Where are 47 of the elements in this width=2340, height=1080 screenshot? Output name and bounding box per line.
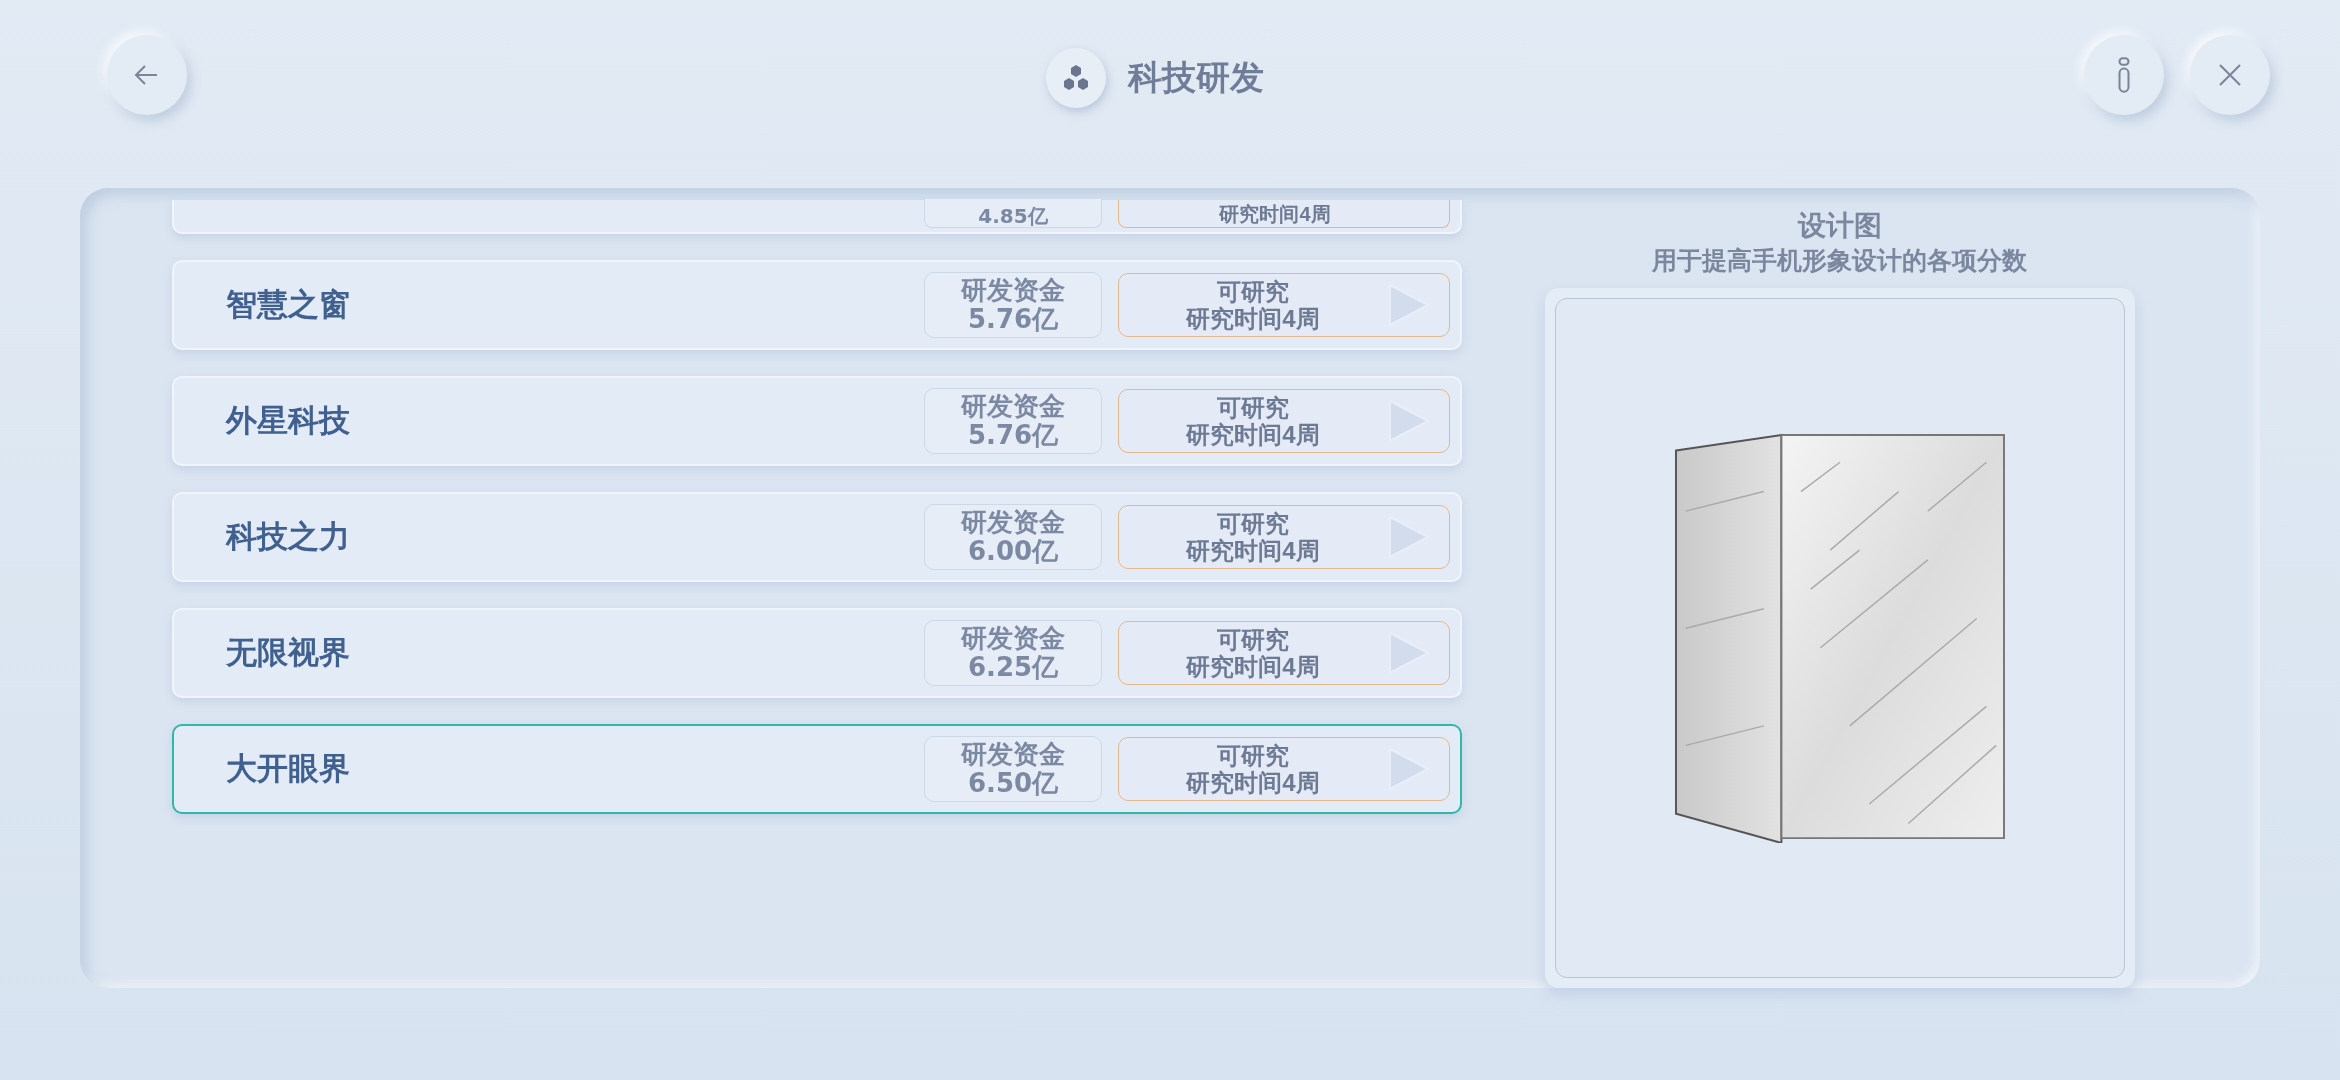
research-button[interactable]: 研究时间4周 [1118, 200, 1450, 228]
page-title: 科技研发 [1128, 56, 1264, 99]
research-name: 智慧之窗 [226, 285, 351, 324]
research-row[interactable]: 4.85亿 研究时间4周 [172, 200, 1462, 234]
research-name: 科技之力 [226, 517, 351, 556]
research-row[interactable]: 外星科技 研发资金 5.76亿 可研究 研究时间4周 [172, 376, 1462, 466]
preview-description: 用于提高手机形象设计的各项分数 [1652, 245, 2027, 277]
funding-amount: 6.25亿 [967, 653, 1059, 682]
research-status: 可研究 [1217, 510, 1289, 537]
funding-label: 研发资金 [961, 276, 1065, 305]
funding-label: 研发资金 [961, 508, 1065, 537]
close-button[interactable] [2190, 35, 2270, 115]
research-status: 可研究 [1217, 626, 1289, 653]
research-name: 无限视界 [226, 633, 351, 672]
hexagons-icon [1061, 64, 1091, 92]
research-time: 研究时间4周 [1186, 421, 1320, 448]
research-row[interactable]: 无限视界 研发资金 6.25亿 可研究 研究时间4周 [172, 608, 1462, 698]
research-time: 研究时间4周 [1186, 769, 1320, 796]
research-button[interactable]: 可研究 研究时间4周 [1118, 389, 1450, 453]
research-status: 可研究 [1217, 394, 1289, 421]
research-button[interactable]: 可研究 研究时间4周 [1118, 273, 1450, 337]
research-row[interactable]: 大开眼界 研发资金 6.50亿 可研究 研究时间4周 [172, 724, 1462, 814]
funding-amount: 4.85亿 [978, 205, 1048, 227]
research-time: 研究时间4周 [1186, 305, 1320, 332]
research-button[interactable]: 可研究 研究时间4周 [1118, 621, 1450, 685]
research-name: 大开眼界 [226, 749, 351, 788]
research-button[interactable]: 可研究 研究时间4周 [1118, 505, 1450, 569]
research-status: 可研究 [1217, 278, 1289, 305]
info-icon [2118, 57, 2130, 93]
research-name: 外星科技 [226, 401, 351, 440]
research-row[interactable]: 智慧之窗 研发资金 5.76亿 可研究 研究时间4周 [172, 260, 1462, 350]
funding-label: 研发资金 [961, 624, 1065, 653]
research-row[interactable]: 科技之力 研发资金 6.00亿 可研究 研究时间4周 [172, 492, 1462, 582]
funding-amount: 6.00亿 [967, 537, 1059, 566]
funding-amount: 5.76亿 [967, 421, 1059, 450]
research-button[interactable]: 可研究 研究时间4周 [1118, 737, 1450, 801]
funding-amount: 6.50亿 [967, 769, 1059, 798]
research-status: 可研究 [1217, 742, 1289, 769]
research-time: 研究时间4周 [1219, 202, 1331, 225]
info-button[interactable] [2084, 35, 2164, 115]
funding-amount: 5.76亿 [967, 305, 1059, 334]
research-time: 研究时间4周 [1186, 537, 1320, 564]
funding-label: 研发资金 [961, 392, 1065, 421]
back-button[interactable] [107, 35, 187, 115]
funding-label: 研发资金 [961, 740, 1065, 769]
preview-title: 设计图 [1797, 208, 1882, 244]
research-time: 研究时间4周 [1186, 653, 1320, 680]
